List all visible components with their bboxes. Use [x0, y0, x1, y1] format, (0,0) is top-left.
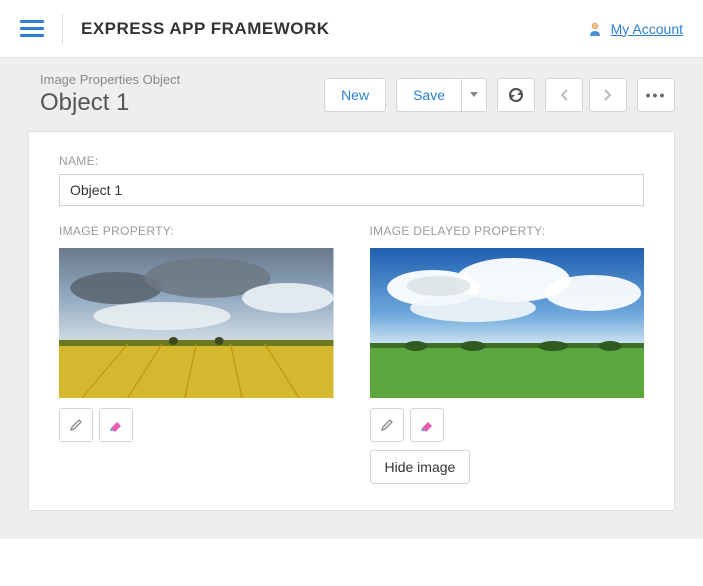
refresh-button[interactable]	[497, 78, 535, 112]
image-delayed-clear-button[interactable]	[410, 408, 444, 442]
save-button[interactable]: Save	[396, 78, 462, 112]
breadcrumb: Image Properties Object	[40, 72, 180, 87]
page-title: Object 1	[40, 89, 180, 117]
app-brand: EXPRESS APP FRAMEWORK	[81, 19, 330, 39]
image-property-label: IMAGE PROPERTY:	[59, 224, 334, 238]
image-property-preview	[59, 248, 334, 398]
chevron-left-icon	[560, 89, 568, 101]
my-account-link[interactable]: My Account	[611, 21, 683, 37]
chevron-down-icon	[470, 92, 478, 97]
content-area: NAME: IMAGE PROPERTY:	[0, 131, 703, 539]
image-property-clear-button[interactable]	[99, 408, 133, 442]
image-delayed-preview	[370, 248, 645, 398]
next-button[interactable]	[589, 78, 627, 112]
more-button[interactable]: •••	[637, 78, 675, 112]
image-delayed-label: IMAGE DELAYED PROPERTY:	[370, 224, 645, 238]
form-card: NAME: IMAGE PROPERTY:	[28, 131, 675, 511]
menu-icon[interactable]	[20, 17, 44, 41]
chevron-right-icon	[604, 89, 612, 101]
eraser-icon	[419, 418, 435, 432]
top-bar: EXPRESS APP FRAMEWORK My Account	[0, 0, 703, 58]
eraser-icon	[108, 418, 124, 432]
dots-icon: •••	[646, 87, 667, 103]
name-label: NAME:	[59, 154, 644, 168]
prev-button[interactable]	[545, 78, 583, 112]
hide-image-button[interactable]: Hide image	[370, 450, 471, 484]
refresh-icon	[507, 86, 525, 104]
toolbar: New Save •••	[324, 78, 675, 112]
pencil-icon	[69, 418, 83, 432]
image-delayed-column: IMAGE DELAYED PROPERTY:	[370, 224, 645, 484]
image-property-column: IMAGE PROPERTY:	[59, 224, 334, 484]
name-input[interactable]	[59, 174, 644, 206]
save-dropdown-button[interactable]	[462, 78, 487, 112]
account-area: My Account	[587, 21, 683, 37]
sub-header: Image Properties Object Object 1 New Sav…	[0, 58, 703, 131]
image-delayed-edit-button[interactable]	[370, 408, 404, 442]
image-property-edit-button[interactable]	[59, 408, 93, 442]
user-icon	[587, 21, 603, 37]
new-button[interactable]: New	[324, 78, 386, 112]
pencil-icon	[380, 418, 394, 432]
divider	[62, 14, 63, 44]
save-split-button: Save	[396, 78, 487, 112]
